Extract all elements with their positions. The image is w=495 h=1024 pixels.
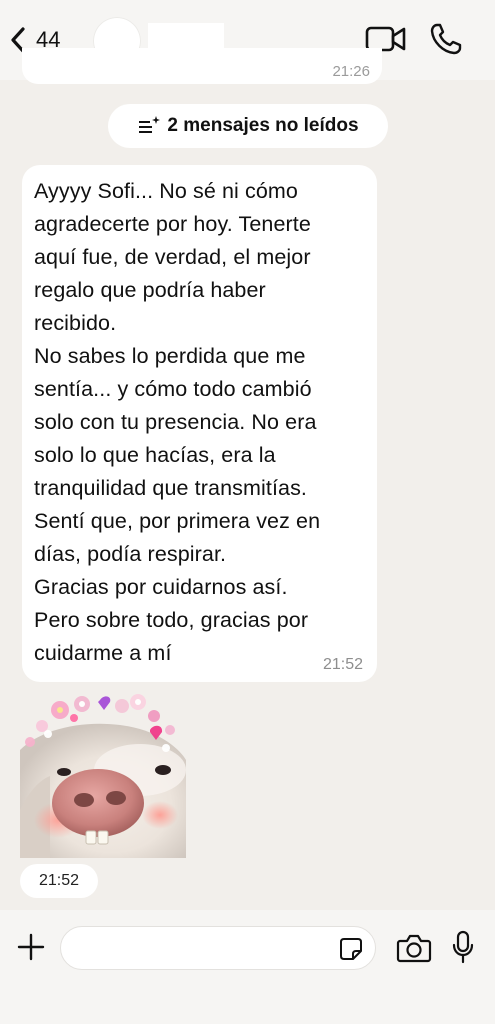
message-text: Ayyyy Sofi... No sé ni cómo agradecerte …: [34, 179, 321, 665]
incoming-message-bubble[interactable]: Ayyyy Sofi... No sé ni cómo agradecerte …: [22, 165, 377, 682]
previous-message-time: 21:26: [332, 63, 370, 80]
camera-button[interactable]: [396, 933, 432, 963]
pig-sticker-image: [20, 694, 186, 858]
sticker-icon: [340, 938, 362, 960]
pig-sticker[interactable]: [20, 690, 186, 858]
unread-lines-icon: [139, 116, 161, 133]
unread-banner-label: 2 mensajes no leídos: [167, 115, 359, 136]
microphone-icon: [452, 930, 474, 964]
message-input[interactable]: [60, 926, 376, 970]
microphone-button[interactable]: [452, 930, 474, 964]
phone-icon: [430, 23, 462, 55]
camera-icon: [396, 934, 432, 963]
voice-call-button[interactable]: [428, 21, 464, 57]
sticker-message-time: 21:52: [20, 864, 98, 898]
previous-message-bubble[interactable]: 21:26: [22, 48, 382, 84]
message-time: 21:52: [322, 656, 363, 673]
attach-button[interactable]: [16, 932, 46, 962]
sticker-button[interactable]: [338, 936, 364, 962]
unread-messages-banner: 2 mensajes no leídos: [108, 104, 388, 148]
plus-icon: [17, 933, 45, 961]
